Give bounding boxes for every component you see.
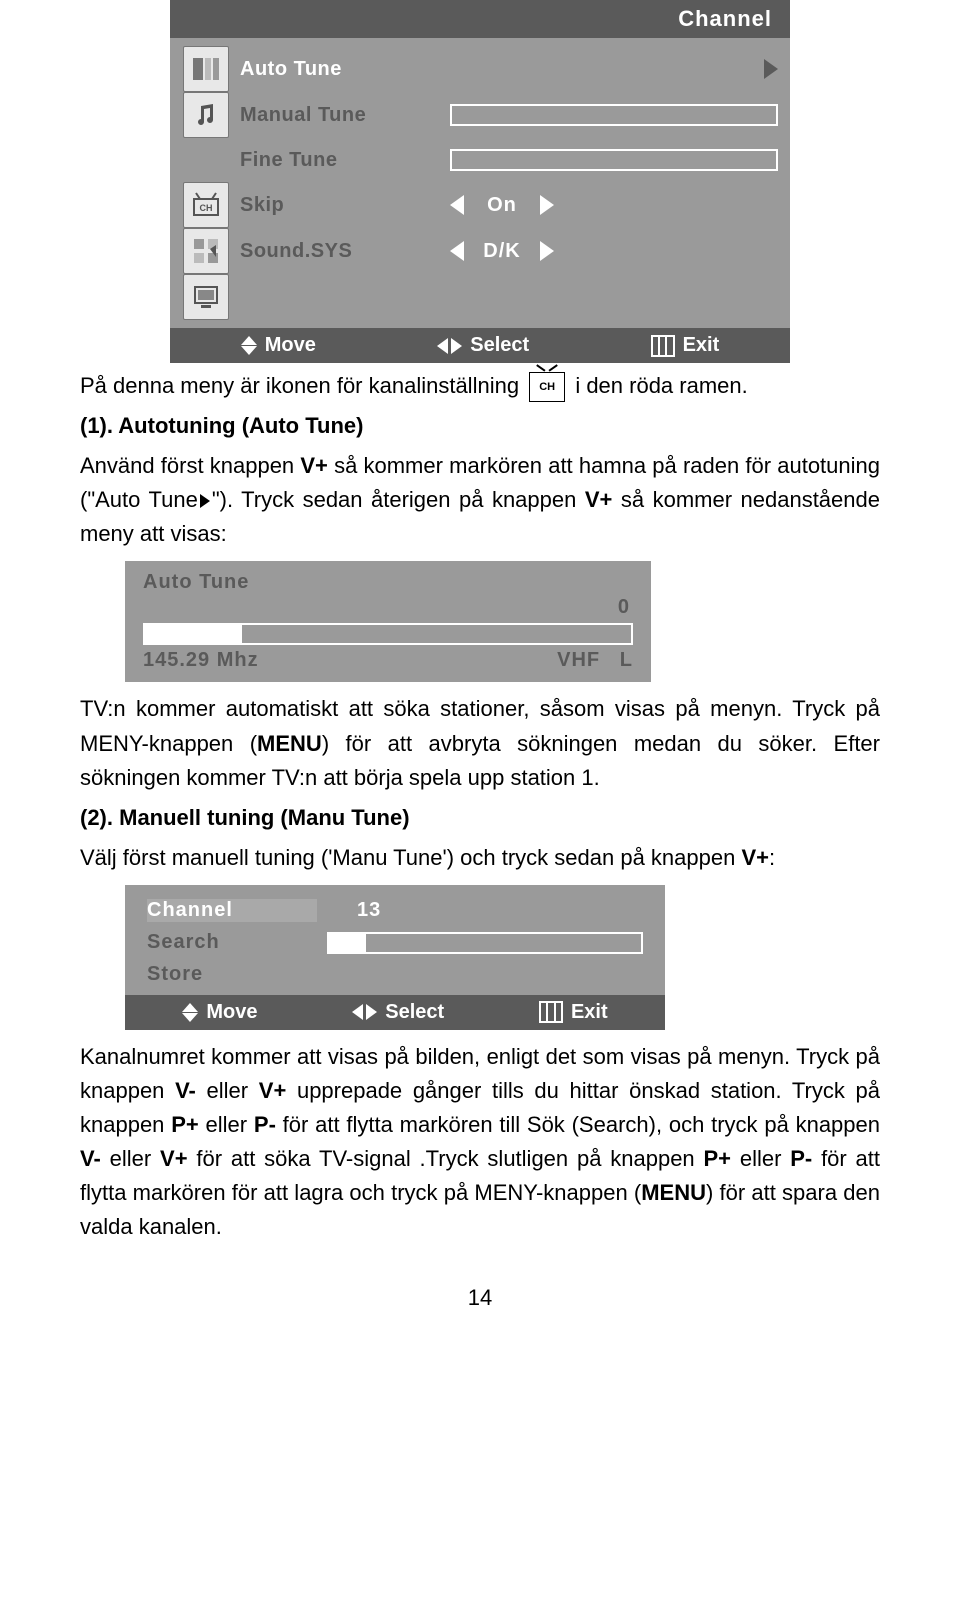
exit-icon (651, 335, 675, 357)
osd-channel-menu: Channel Auto Tune Manual Tune Fine Tune … (170, 0, 790, 363)
menu-item-auto-tune[interactable]: Auto Tune (234, 58, 450, 81)
picture-icon (183, 46, 229, 92)
manual-tune-bar (450, 104, 778, 126)
exit-icon (539, 1001, 563, 1023)
channel-icon: CH (183, 182, 229, 228)
auto-tune-freq: 145.29 Mhz (143, 649, 259, 672)
menu-item-sound-sys[interactable]: Sound.SYS (234, 240, 450, 263)
footer-select: Select (385, 1001, 444, 1024)
music-icon (183, 92, 229, 138)
leftright-icon (437, 338, 462, 354)
footer-select: Select (470, 334, 529, 357)
manu-channel-value: 13 (357, 899, 381, 922)
leftright-icon (352, 1004, 377, 1020)
sound-sys-value: D/K (478, 240, 526, 263)
section-1-title: (1). Autotuning (Auto Tune) (80, 409, 880, 443)
section-1-p2: TV:n kommer automatiskt att söka station… (80, 692, 880, 794)
footer-exit: Exit (683, 334, 720, 357)
footer-exit: Exit (571, 1001, 608, 1024)
chevron-right-icon[interactable] (540, 195, 554, 215)
manu-channel-label[interactable]: Channel (147, 899, 317, 922)
section-2-title: (2). Manuell tuning (Manu Tune) (80, 801, 880, 835)
manu-footer: Move Select Exit (125, 995, 665, 1030)
svg-text:CH: CH (200, 203, 213, 213)
skip-value: On (478, 194, 526, 217)
chevron-right-icon[interactable] (540, 241, 554, 261)
auto-tune-band: VHF L (557, 649, 633, 672)
osd-title: Channel (170, 0, 790, 38)
menu-item-fine-tune[interactable]: Fine Tune (234, 149, 450, 172)
manu-search-label[interactable]: Search (147, 931, 317, 954)
chevron-left-icon[interactable] (450, 195, 464, 215)
feature-icon (183, 228, 229, 274)
manu-store-label[interactable]: Store (147, 963, 317, 986)
menu-item-skip[interactable]: Skip (234, 194, 450, 217)
auto-tune-popup: Auto Tune 0 145.29 Mhz VHF L (125, 561, 651, 682)
auto-tune-title: Auto Tune (143, 571, 633, 594)
auto-tune-count: 0 (143, 596, 633, 619)
updown-icon (241, 336, 257, 355)
channel-icon: CH (529, 372, 565, 402)
fine-tune-bar (450, 149, 778, 171)
osd-footer: Move Select Exit (170, 328, 790, 363)
footer-move: Move (206, 1001, 257, 1024)
auto-tune-progress (143, 623, 633, 645)
section-2-p1: Välj först manuell tuning ('Manu Tune') … (80, 841, 880, 875)
manu-tune-popup: Channel 13 Search Store Move Select Exit (125, 885, 665, 1030)
monitor-icon (183, 274, 229, 320)
section-1-p1: Använd först knappen V+ så kommer markör… (80, 449, 880, 551)
chevron-left-icon[interactable] (450, 241, 464, 261)
chevron-right-icon (764, 59, 778, 79)
menu-item-manual-tune[interactable]: Manual Tune (234, 104, 450, 127)
footer-move: Move (265, 334, 316, 357)
manu-search-bar (327, 932, 643, 954)
section-3-p1: Kanalnumret kommer att visas på bilden, … (80, 1040, 880, 1245)
updown-icon (182, 1003, 198, 1022)
intro-line: På denna meny är ikonen för kanalinställ… (80, 369, 880, 403)
page-number: 14 (80, 1285, 880, 1311)
triangle-right-icon (200, 494, 210, 508)
